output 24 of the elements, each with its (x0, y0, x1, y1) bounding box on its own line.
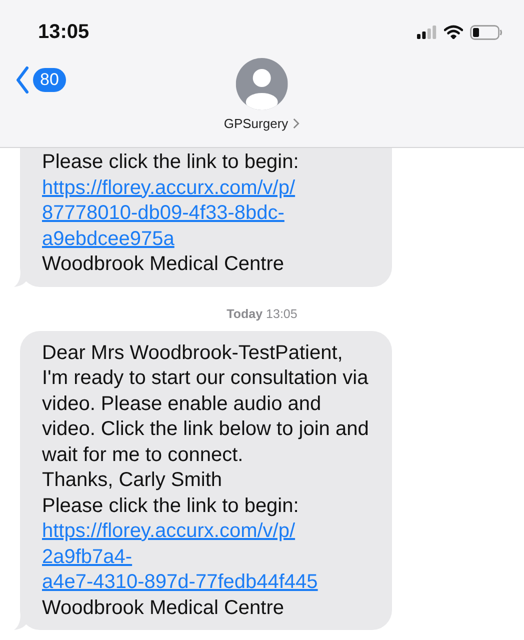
link[interactable]: https://florey.accurx.com/v/p/ (42, 520, 296, 542)
message-text: Woodbrook Medical Centre (42, 596, 285, 620)
back-chevron-icon (15, 66, 29, 94)
link[interactable]: 2a9fb7a4- (42, 546, 132, 568)
signal-icon (417, 25, 437, 39)
message-text: Thanks, Carly Smith (42, 468, 224, 493)
unread-count-badge: 80 (33, 68, 66, 92)
avatar-icon (236, 58, 288, 110)
link[interactable]: https://florey.accurx.com/v/p/ (42, 176, 296, 198)
contact-button[interactable]: GPSurgery (224, 58, 300, 131)
message-text: Please click the link to begin: (42, 494, 300, 518)
wifi-icon (444, 25, 463, 39)
message-text: Please click the link to begin: (42, 150, 300, 175)
status-time: 13:05 (38, 20, 90, 44)
link[interactable]: 87778010-db09-4f33-8bdc- (42, 202, 284, 224)
chevron-right-icon (293, 118, 300, 129)
message-text: Woodbrook Medical Centre (42, 252, 285, 277)
message-text: Dear Mrs Woodbrook-TestPatient, I'm ready to start our consultation via video. Please enable audio and video. Click the link below to join and wait for me to connect. (42, 340, 370, 468)
contact-name: GPSurgery (224, 116, 288, 131)
link[interactable]: a4e7-4310-897d-77fedb44f445 (42, 571, 318, 593)
back-button[interactable]: 80 (15, 66, 66, 94)
battery-icon (470, 24, 502, 40)
timestamp: Today 13:05 (226, 306, 298, 320)
link[interactable]: a9ebdcee975a (42, 228, 174, 250)
